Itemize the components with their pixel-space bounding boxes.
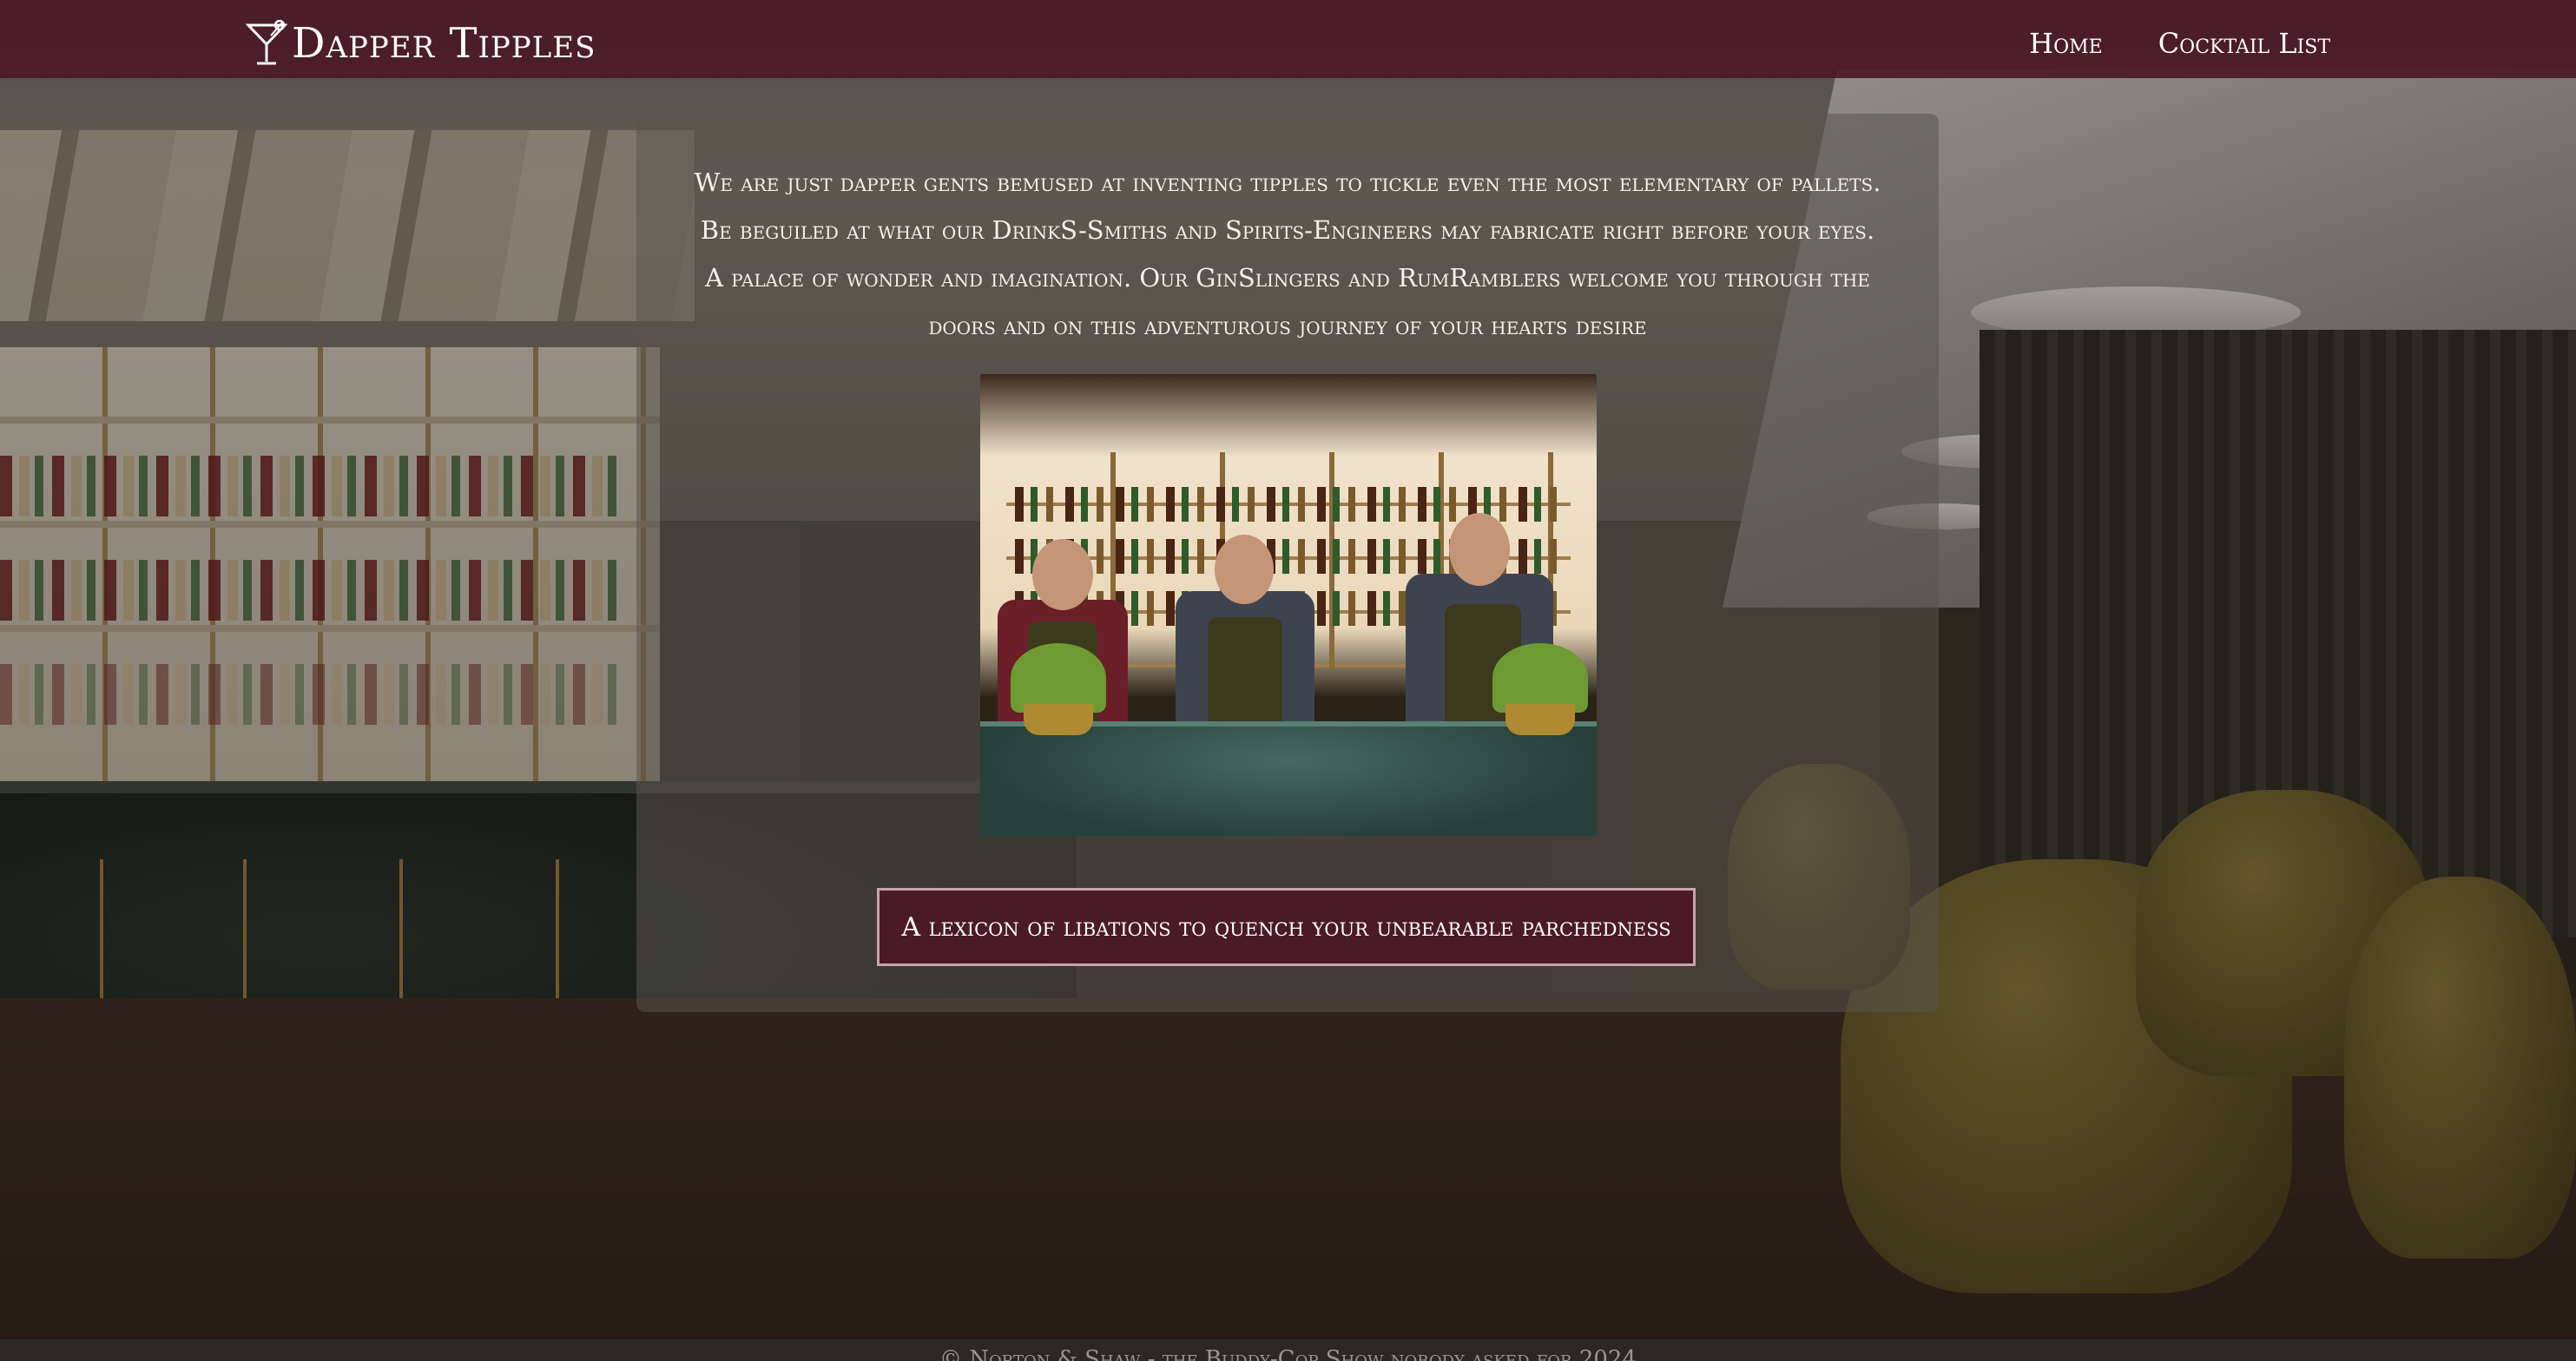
footer-copyright: © Norton & Shaw - the Buddy-Cop Show nob…	[939, 1346, 1637, 1361]
nav-cocktail-list-link[interactable]: Cocktail List	[2158, 30, 2330, 57]
cocktail-glass-icon	[245, 20, 288, 65]
cocktail-lexicon-button[interactable]: A lexicon of libations to quench your un…	[877, 888, 1696, 966]
intro-line-2: Be beguiled at what our DrinkS-Smiths an…	[700, 215, 1875, 245]
intro-panel: We are just dapper gents bemused at inve…	[636, 114, 1939, 1012]
intro-line-3: A palace of wonder and imagination. Our …	[705, 263, 1870, 293]
bartenders-photo	[980, 374, 1597, 836]
nav-home-link[interactable]: Home	[2029, 30, 2103, 57]
site-header: Dapper Tipples Home Cocktail List	[0, 0, 2576, 78]
site-footer: © Norton & Shaw - the Buddy-Cop Show nob…	[0, 1339, 2576, 1361]
brand-name: Dapper Tipples	[292, 19, 596, 68]
brand-logo-link[interactable]: Dapper Tipples	[245, 16, 596, 71]
intro-line-4: doors and on this adventurous journey of…	[928, 311, 1647, 340]
intro-text: We are just dapper gents bemused at inve…	[654, 159, 1921, 350]
intro-line-1: We are just dapper gents bemused at inve…	[694, 168, 1881, 197]
main-nav: Home Cocktail List	[2029, 30, 2330, 57]
